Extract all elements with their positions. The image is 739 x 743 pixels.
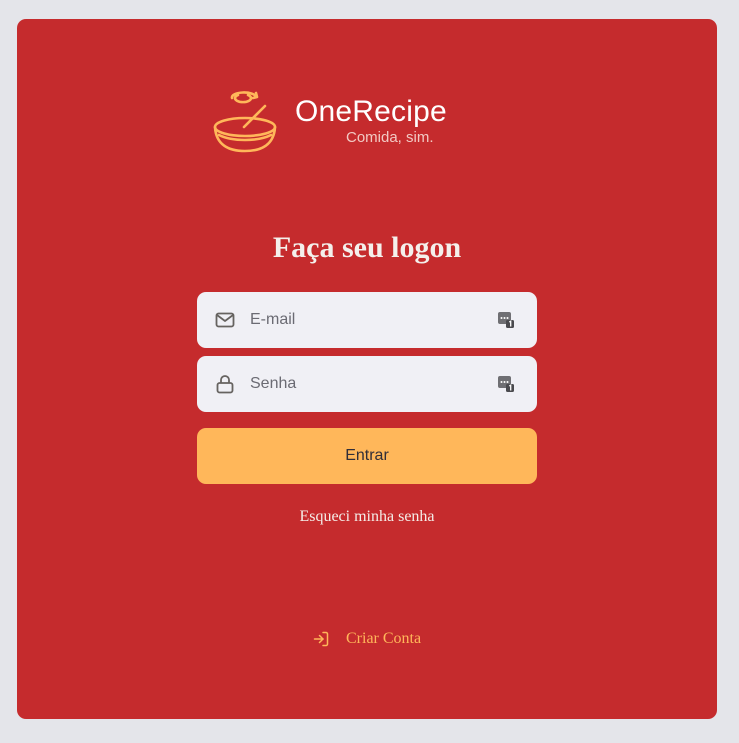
password-input[interactable]: [250, 356, 480, 412]
email-input[interactable]: [250, 292, 480, 348]
create-account-label: Criar Conta: [346, 630, 422, 647]
submit-button[interactable]: Entrar: [197, 428, 537, 484]
bowl-icon: [213, 91, 277, 153]
password-manager-icon[interactable]: [497, 311, 515, 329]
lock-icon: [216, 375, 234, 394]
login-card: OneRecipe Comida, sim. Faça seu logon E-…: [17, 19, 717, 719]
brand-logo: OneRecipe Comida, sim.: [212, 89, 452, 159]
brand-tagline: Comida, sim.: [346, 129, 434, 146]
create-account-link[interactable]: Criar Conta: [313, 629, 421, 649]
forgot-password-link[interactable]: Esqueci minha senha: [17, 508, 717, 526]
brand-name: OneRecipe: [295, 95, 447, 128]
mail-icon: [215, 312, 235, 328]
password-manager-icon[interactable]: [497, 375, 515, 393]
page-title: Faça seu logon: [272, 231, 462, 264]
email-field[interactable]: [197, 292, 537, 348]
log-in-icon: [313, 631, 329, 647]
password-field[interactable]: [197, 356, 537, 412]
